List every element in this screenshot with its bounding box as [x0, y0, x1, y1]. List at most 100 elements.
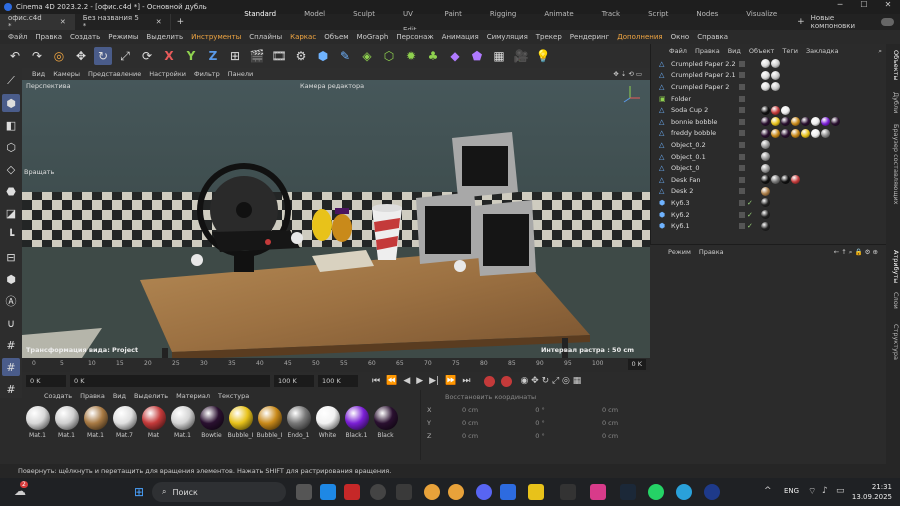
size-field[interactable]: 0 cm — [575, 406, 645, 414]
object-row[interactable]: △ Crumpled Paper 2.1 — [651, 70, 886, 82]
object-row[interactable]: △ Object_0.1 — [651, 151, 886, 163]
z-axis-icon[interactable]: Z — [204, 47, 222, 65]
visibility-toggle[interactable] — [739, 188, 745, 195]
next-key-icon[interactable]: ⏩ — [445, 376, 456, 386]
attr-menu-mode[interactable]: Режим — [664, 248, 695, 256]
material-tag-icon[interactable] — [761, 175, 770, 185]
pen-icon[interactable]: ✎ — [336, 47, 354, 65]
autokey-icon[interactable] — [501, 375, 513, 387]
material-tag-icon[interactable] — [791, 128, 800, 138]
store-icon[interactable] — [500, 484, 516, 500]
quantize-icon[interactable]: # — [2, 358, 20, 376]
visibility-toggle[interactable] — [739, 107, 745, 114]
visibility-toggle[interactable] — [739, 60, 745, 67]
material-menu-edit[interactable]: Правка — [76, 392, 109, 400]
visibility-toggle[interactable] — [739, 83, 745, 90]
start-frame-field[interactable]: 0 K — [26, 375, 66, 387]
menu-help[interactable]: Справка — [693, 33, 732, 41]
viewport-menu-panel[interactable]: Панели — [224, 70, 258, 78]
material-item[interactable]: Mat.1 — [24, 406, 51, 439]
chrome-icon[interactable] — [424, 484, 440, 500]
mograph-icon[interactable]: ♣ — [424, 47, 442, 65]
material-tag-icon[interactable] — [811, 128, 820, 138]
material-tag-icon[interactable] — [761, 128, 770, 138]
material-tag-icon[interactable] — [781, 105, 790, 115]
polygons-mode-icon[interactable]: ⬣ — [2, 182, 20, 200]
start-icon[interactable]: ⊞ — [134, 485, 144, 499]
object-menu-tags[interactable]: Теги — [778, 47, 802, 55]
current-frame-field[interactable]: 0 K — [627, 359, 646, 370]
material-tag-icon[interactable] — [761, 70, 770, 80]
x-axis-icon[interactable]: X — [160, 47, 178, 65]
material-tag-icon[interactable] — [761, 82, 770, 92]
material-tag-icon[interactable] — [811, 117, 820, 127]
material-tag-icon[interactable] — [761, 105, 770, 115]
scale-icon[interactable]: ⤢ — [116, 47, 134, 65]
language-indicator[interactable]: ENG — [784, 487, 799, 495]
size-field[interactable]: 0 cm — [575, 419, 645, 427]
object-row[interactable]: △ Crumpled Paper 2 — [651, 81, 886, 93]
field-icon[interactable]: ⬟ — [468, 47, 486, 65]
material-tag-icon[interactable] — [831, 117, 840, 127]
viewport[interactable]: Перспектива Камера редактора Вращать Тра… — [22, 80, 650, 358]
material-item[interactable]: Bubble_I — [227, 406, 254, 439]
grid-icon[interactable]: # — [2, 336, 20, 354]
object-row[interactable]: △ Desk 2 — [651, 186, 886, 198]
close-icon[interactable]: ✕ — [156, 18, 162, 26]
folder-icon[interactable] — [528, 484, 544, 500]
menu-extensions[interactable]: Дополнения — [613, 33, 666, 41]
menu-file[interactable]: Файл — [4, 33, 31, 41]
material-item[interactable]: Black — [372, 406, 399, 439]
material-tag-icon[interactable] — [761, 163, 770, 173]
first-frame-icon[interactable]: ⏮ — [372, 376, 380, 386]
axis-mode-icon[interactable]: ┗ — [2, 226, 20, 244]
extrude-icon[interactable]: ⬡ — [380, 47, 398, 65]
material-menu-create[interactable]: Создать — [40, 392, 76, 400]
menu-modes[interactable]: Режимы — [104, 33, 142, 41]
light-icon[interactable]: 💡 — [534, 47, 552, 65]
material-menu-view[interactable]: Вид — [109, 392, 130, 400]
object-menu-bookmarks[interactable]: Закладка — [802, 47, 843, 55]
points-mode-icon[interactable]: ⬡ — [2, 138, 20, 156]
explorer-icon[interactable] — [396, 484, 412, 500]
visibility-toggle[interactable] — [739, 165, 745, 172]
viewport-menu-cameras[interactable]: Камеры — [49, 70, 84, 78]
reset-coords-button[interactable]: Восстановить координаты — [421, 393, 536, 401]
camera-icon[interactable]: 🎥 — [512, 47, 530, 65]
menu-tracker[interactable]: Трекер — [532, 33, 566, 41]
viewport-menu-display[interactable]: Представление — [84, 70, 145, 78]
object-row[interactable]: ⬢ Куб.3 ✓ — [651, 197, 886, 209]
menu-volume[interactable]: Объем — [320, 33, 352, 41]
tab-untitled[interactable]: Без названия 5 * ✕ — [75, 14, 171, 30]
scene-icon[interactable]: ▦ — [490, 47, 508, 65]
discord-icon[interactable] — [476, 484, 492, 500]
render-settings-icon[interactable]: ⚙ — [292, 47, 310, 65]
prev-key-icon[interactable]: ⏪ — [386, 376, 397, 386]
taskbar-search[interactable]: ⌕ Поиск — [152, 482, 286, 502]
tray-chevron-icon[interactable]: ^ — [764, 486, 772, 496]
visibility-toggle[interactable] — [739, 153, 745, 160]
tab-content-browser[interactable]: Браузер составляющих — [886, 124, 900, 205]
menu-simulation[interactable]: Симуляция — [483, 33, 532, 41]
edges-mode-icon[interactable]: ◇ — [2, 160, 20, 178]
magnet-icon[interactable]: ∪ — [2, 314, 20, 332]
add-layout-button[interactable]: + — [791, 17, 811, 27]
viewport-menu-filter[interactable]: Фильтр — [190, 70, 224, 78]
object-menu-file[interactable]: Файл — [665, 47, 691, 55]
menu-mograph[interactable]: MoGraph — [353, 33, 393, 41]
menu-render[interactable]: Рендеринг — [566, 33, 614, 41]
steam-icon[interactable] — [620, 484, 636, 500]
enabled-check-icon[interactable]: ✓ — [747, 199, 755, 207]
max-frame-field[interactable]: 100 K — [318, 375, 358, 387]
material-tag-icon[interactable] — [781, 175, 790, 185]
transform-icon[interactable]: ⟳ — [138, 47, 156, 65]
attr-menu-edit[interactable]: Правка — [695, 248, 728, 256]
material-tag-icon[interactable] — [761, 59, 770, 69]
play-icon[interactable]: ▶ — [416, 376, 423, 386]
visibility-toggle[interactable] — [739, 95, 745, 102]
render-picture-icon[interactable]: 🎞 — [270, 47, 288, 65]
coordinate-system-icon[interactable]: ⊞ — [226, 47, 244, 65]
enabled-check-icon[interactable]: ✓ — [747, 211, 755, 219]
viewport-nav-icons[interactable]: ✥ ⇣ ⟲ ▭ — [609, 70, 646, 78]
snap-icon[interactable]: ⊟ — [2, 248, 20, 266]
